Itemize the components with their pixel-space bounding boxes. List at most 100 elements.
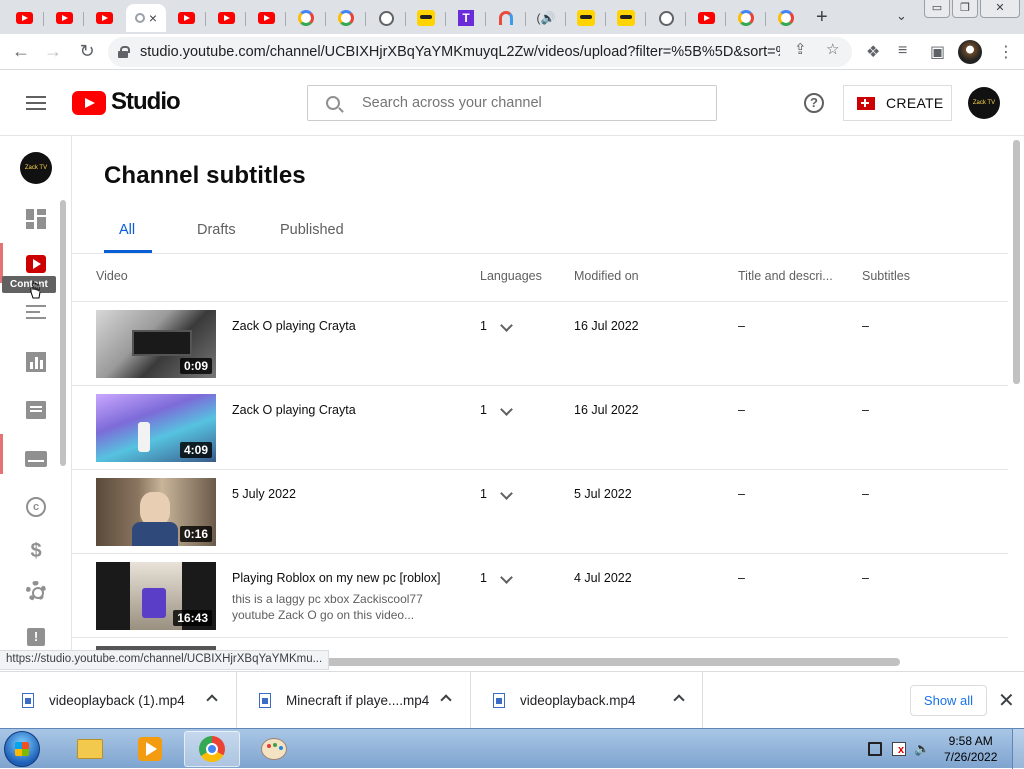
video-title[interactable]: Playing Roblox on my new pc [roblox] [232,571,440,585]
column-header-subtitles[interactable]: Subtitles [862,269,910,283]
browser-tab-youtube[interactable] [4,4,44,32]
system-clock[interactable]: 9:58 AM 7/26/2022 [944,733,997,765]
browser-tab-google[interactable] [766,4,806,32]
youtube-favicon-icon [177,12,195,24]
video-title[interactable]: Zack O playing Crayta [232,403,356,417]
url-text[interactable]: studio.youtube.com/channel/UCBIXHjrXBqYa… [140,44,780,60]
hamburger-menu-icon[interactable] [26,96,46,110]
youtube-logo-icon[interactable] [72,91,106,115]
rail-item-copyright[interactable]: c [0,487,72,527]
chevron-up-icon[interactable] [206,694,218,706]
download-item[interactable]: videoplayback.mp4 [471,672,703,729]
expand-chevron-icon[interactable] [500,571,513,584]
rail-item-settings[interactable] [0,571,72,611]
bookmark-star-icon[interactable]: ☆ [826,40,839,58]
browser-tab-youtube[interactable] [206,4,246,32]
show-desktop-button[interactable] [1012,729,1024,769]
network-tray-icon[interactable] [868,742,882,756]
tab-drafts[interactable]: Drafts [197,222,236,238]
extensions-puzzle-icon[interactable]: ❖ [866,42,880,62]
browser-tab-youtube[interactable] [84,4,124,32]
rail-scrollbar[interactable] [60,200,66,466]
browser-profile-avatar[interactable] [958,40,982,64]
close-window-button[interactable]: ✕ [980,0,1020,18]
download-item[interactable]: Minecraft if playe....mp4 [237,672,471,729]
tab-published[interactable]: Published [280,222,344,238]
volume-tray-icon[interactable]: 🔈 [914,742,930,756]
browser-tab-audio[interactable]: (🔊 [526,4,566,32]
minimize-button[interactable]: ▭ [924,0,950,18]
tab-search-chevron-icon[interactable]: ⌄ [896,8,907,24]
download-filename[interactable]: videoplayback.mp4 [520,693,636,708]
browser-menu-icon[interactable]: ⋮ [998,42,1014,62]
video-thumbnail[interactable]: 0:16 [96,478,216,546]
expand-chevron-icon[interactable] [500,487,513,500]
browser-tab-youtube[interactable] [686,4,726,32]
browser-tab-google[interactable] [326,4,366,32]
reload-icon[interactable]: ↻ [76,41,98,62]
column-header-languages[interactable]: Languages [480,269,542,283]
new-tab-button[interactable]: + [816,6,828,29]
taskbar-explorer[interactable] [62,731,118,767]
side-panel-icon[interactable]: ▣ [930,42,945,62]
browser-tab-youtube[interactable] [166,4,206,32]
browser-tab-youtube[interactable] [44,4,84,32]
browser-tab-google[interactable] [286,4,326,32]
taskbar-media-player[interactable] [122,731,178,767]
browser-tab-globe[interactable] [646,4,686,32]
download-filename[interactable]: videoplayback (1).mp4 [49,693,185,708]
forward-arrow-icon[interactable]: → [42,41,64,62]
video-thumbnail[interactable]: 4:09 [96,394,216,462]
action-center-flag-icon[interactable]: x [892,742,906,756]
channel-search-box[interactable] [307,85,717,121]
show-all-button[interactable]: Show all [910,685,987,716]
video-thumbnail[interactable]: 16:43 [96,562,216,630]
share-icon[interactable]: ⇪ [794,40,807,58]
rail-item-earn[interactable]: $ [0,534,72,568]
account-avatar[interactable]: Zack TV [968,87,1000,119]
expand-chevron-icon[interactable] [500,319,513,332]
studio-logo-text[interactable]: Studio [111,88,181,116]
help-icon[interactable]: ? [804,93,824,113]
browser-tab-face[interactable] [566,4,606,32]
table-row[interactable]: 0:16 5 July 2022 1 5 Jul 2022 – – [72,470,1008,554]
browser-tab-active[interactable]: × [126,4,166,32]
address-bar[interactable]: studio.youtube.com/channel/UCBIXHjrXBqYa… [108,37,852,67]
tab-close-icon[interactable]: × [149,10,157,26]
channel-avatar[interactable]: Zack TV [20,152,52,184]
browser-tab-google[interactable] [726,4,766,32]
tab-all[interactable]: All [119,222,135,238]
download-filename[interactable]: Minecraft if playe....mp4 [286,693,429,708]
column-header-modified[interactable]: Modified on [574,269,639,283]
browser-tab-face[interactable] [406,4,446,32]
browser-tab-youtube[interactable] [246,4,286,32]
browser-tab-face[interactable] [606,4,646,32]
rail-item-feedback[interactable]: ! [0,619,72,650]
browser-tab-t[interactable]: T [446,4,486,32]
horizontal-scrollbar[interactable] [290,658,900,666]
chevron-up-icon[interactable] [673,694,685,706]
browser-tab-globe[interactable] [366,4,406,32]
video-thumbnail[interactable]: 0:09 [96,310,216,378]
video-title[interactable]: Zack O playing Crayta [232,319,356,333]
expand-chevron-icon[interactable] [500,403,513,416]
restore-button[interactable]: ❐ [952,0,978,18]
browser-toolbar: ← → ↻ studio.youtube.com/channel/UCBIXHj… [0,34,1024,70]
chevron-up-icon[interactable] [440,694,452,706]
table-row[interactable]: 16:43 Playing Roblox on my new pc [roblo… [72,554,1008,638]
media-control-icon[interactable]: ≡ [898,42,907,60]
vertical-scrollbar[interactable] [1013,140,1020,384]
browser-tab-rainbow[interactable] [486,4,526,32]
create-button[interactable]: CREATE [843,85,952,121]
back-arrow-icon[interactable]: ← [10,41,32,62]
table-row[interactable]: 4:09 Zack O playing Crayta 1 16 Jul 2022… [72,386,1008,470]
column-header-title-description[interactable]: Title and descri... [738,269,833,283]
close-downloads-icon[interactable]: ✕ [998,688,1015,713]
search-input[interactable] [362,95,692,111]
taskbar-chrome[interactable] [184,731,240,767]
video-title[interactable]: 5 July 2022 [232,487,296,501]
download-item[interactable]: videoplayback (1).mp4 [0,672,237,729]
taskbar-paint[interactable] [246,731,302,767]
start-button[interactable] [4,731,40,767]
table-row[interactable]: 0:09 Zack O playing Crayta 1 16 Jul 2022… [72,302,1008,386]
